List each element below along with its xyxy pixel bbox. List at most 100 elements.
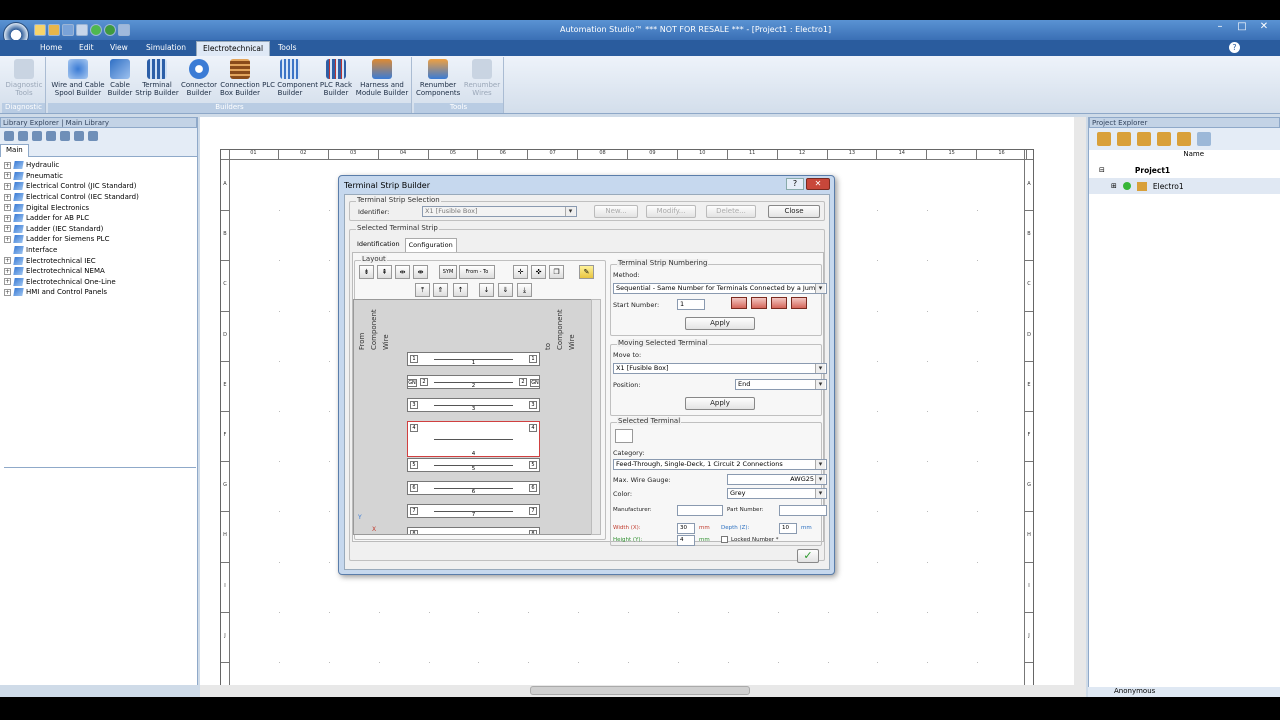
diagnostic-tools-button[interactable]: Diagnostic Tools [4,59,44,97]
project-tool-icon[interactable] [1137,132,1151,146]
library-item[interactable]: + Electrotechnical One-Line [4,277,193,288]
expand-icon[interactable]: + [4,172,11,180]
project-node[interactable]: ⊟ Project1 [1089,162,1280,178]
library-item[interactable]: + Hydraulic [4,160,193,171]
sym-button[interactable]: SYM [439,265,457,279]
library-tool-icon[interactable] [88,131,98,141]
library-tool-icon[interactable] [60,131,70,141]
plc-component-builder-button[interactable]: PLC Component Builder [262,59,318,97]
print-icon[interactable] [76,24,88,36]
project-tool-icon[interactable] [1157,132,1171,146]
library-item[interactable]: + Ladder for AB PLC [4,213,193,224]
library-item[interactable]: + Electrotechnical NEMA [4,266,193,277]
terminal-strip-builder-button[interactable]: Terminal Strip Builder [134,59,180,97]
project-tool-icon[interactable] [1117,132,1131,146]
start-number-input[interactable]: 1 [677,299,705,310]
start-simulation-icon[interactable] [90,24,102,36]
properties-icon[interactable] [1197,132,1211,146]
plc-rack-builder-button[interactable]: PLC Rack Builder [318,59,354,97]
from-to-button[interactable]: From - To [459,265,495,279]
library-item[interactable]: + Electrical Control (JIC Standard) [4,181,193,192]
move-down-fast-icon[interactable]: ⇓ [498,283,513,297]
dialog-close-button[interactable]: ✕ [806,178,830,190]
close-window-button[interactable]: ✕ [1256,21,1272,32]
tab-identification[interactable]: Identification [354,238,403,252]
help-icon[interactable]: ? [1229,42,1240,53]
wire-cable-spool-builder-button[interactable]: Wire and Cable Spool Builder [50,59,106,97]
position-select[interactable]: End [735,379,827,390]
color-select[interactable]: Grey [727,488,827,499]
library-tool-icon[interactable] [46,131,56,141]
move-up-icon[interactable]: ↑ [453,283,468,297]
collapse-rows-icon[interactable]: ⇟ [359,265,374,279]
library-item[interactable]: + Ladder for Siemens PLC [4,234,193,245]
cable-builder-button[interactable]: Cable Builder [106,59,134,97]
library-tool-icon[interactable] [18,131,28,141]
expand-icon[interactable]: + [4,204,11,212]
move-bottom-icon[interactable]: ⤓ [517,283,532,297]
library-item[interactable]: + Electrical Control (IEC Standard) [4,192,193,203]
menu-tools[interactable]: Tools [278,43,296,52]
expand-cols-icon[interactable]: ⇼ [413,265,428,279]
expand-icon[interactable]: + [4,288,11,296]
expand-icon[interactable]: + [4,182,11,190]
numbering-apply-button[interactable]: Apply [685,317,755,330]
library-tool-icon[interactable] [4,131,14,141]
close-button[interactable]: Close [768,205,820,218]
tab-configuration[interactable]: Configuration [404,238,457,252]
document-node[interactable]: ⊞ Electro1 [1089,178,1280,194]
expand-icon[interactable]: ⊞ [1111,182,1117,190]
harness-module-builder-button[interactable]: Harness and Module Builder [354,59,410,97]
delete-button[interactable]: Delete... [706,205,756,218]
numbering-tool-icon[interactable] [751,297,767,309]
part-number-input[interactable] [779,505,827,516]
move-down-icon[interactable]: ↓ [479,283,494,297]
menu-home[interactable]: Home [40,43,62,52]
new-icon[interactable] [34,24,46,36]
menu-view[interactable]: View [110,43,128,52]
terminal-strip-preview[interactable]: From Component Wire to Component Wire 1 1 1 2 GN 2 G… [353,299,593,535]
vertical-scrollbar[interactable] [1074,117,1086,685]
moving-apply-button[interactable]: Apply [685,397,755,410]
menu-electrotechnical[interactable]: Electrotechnical [196,41,271,56]
expand-icon[interactable]: + [4,161,11,169]
move-up-fast-icon[interactable]: ⇑ [433,283,448,297]
add-multiple-icon[interactable]: ✜ [531,265,546,279]
numbering-tool-icon[interactable] [791,297,807,309]
numbering-tool-icon[interactable] [771,297,787,309]
width-input[interactable]: 30 [677,523,695,534]
expand-icon[interactable]: + [4,278,11,286]
expand-icon[interactable]: + [4,257,11,265]
minimize-button[interactable]: – [1212,21,1228,32]
library-item[interactable]: +Interface [4,245,193,256]
collapse-cols-icon[interactable]: ⇹ [395,265,410,279]
tab-main[interactable]: Main [0,144,29,157]
depth-input[interactable]: 10 [779,523,797,534]
library-item[interactable]: + Pneumatic [4,171,193,182]
maximize-button[interactable]: □ [1234,21,1250,32]
expand-icon[interactable]: + [4,225,11,233]
dialog-help-button[interactable]: ? [786,178,804,190]
ok-button[interactable]: ✓ [797,549,819,563]
expand-icon[interactable]: + [4,193,11,201]
terminal-symbol-icon[interactable] [615,429,633,443]
add-terminal-icon[interactable]: ✛ [513,265,528,279]
expand-rows-icon[interactable]: ⇞ [377,265,392,279]
manufacturer-input[interactable] [677,505,723,516]
menu-edit[interactable]: Edit [79,43,94,52]
renumber-components-button[interactable]: Renumber Components [416,59,460,97]
method-select[interactable]: Sequential - Same Number for Terminals C… [613,283,827,294]
expand-icon[interactable]: + [4,214,11,222]
project-tool-icon[interactable] [1177,132,1191,146]
category-select[interactable]: Feed-Through, Single-Deck, 1 Circuit 2 C… [613,459,827,470]
undo-icon[interactable] [118,24,130,36]
connection-box-builder-button[interactable]: Connection Box Builder [218,59,262,97]
height-input[interactable]: 4 [677,535,695,546]
library-item[interactable]: + Digital Electronics [4,202,193,213]
modify-button[interactable]: Modify... [646,205,696,218]
max-wire-gauge-select[interactable]: AWG25 [727,474,827,485]
move-to-select[interactable]: X1 [Fusible Box] [613,363,827,374]
locked-number-checkbox[interactable] [721,536,728,543]
library-item[interactable]: + Electrotechnical IEC [4,255,193,266]
eraser-icon[interactable]: ✎ [579,265,594,279]
